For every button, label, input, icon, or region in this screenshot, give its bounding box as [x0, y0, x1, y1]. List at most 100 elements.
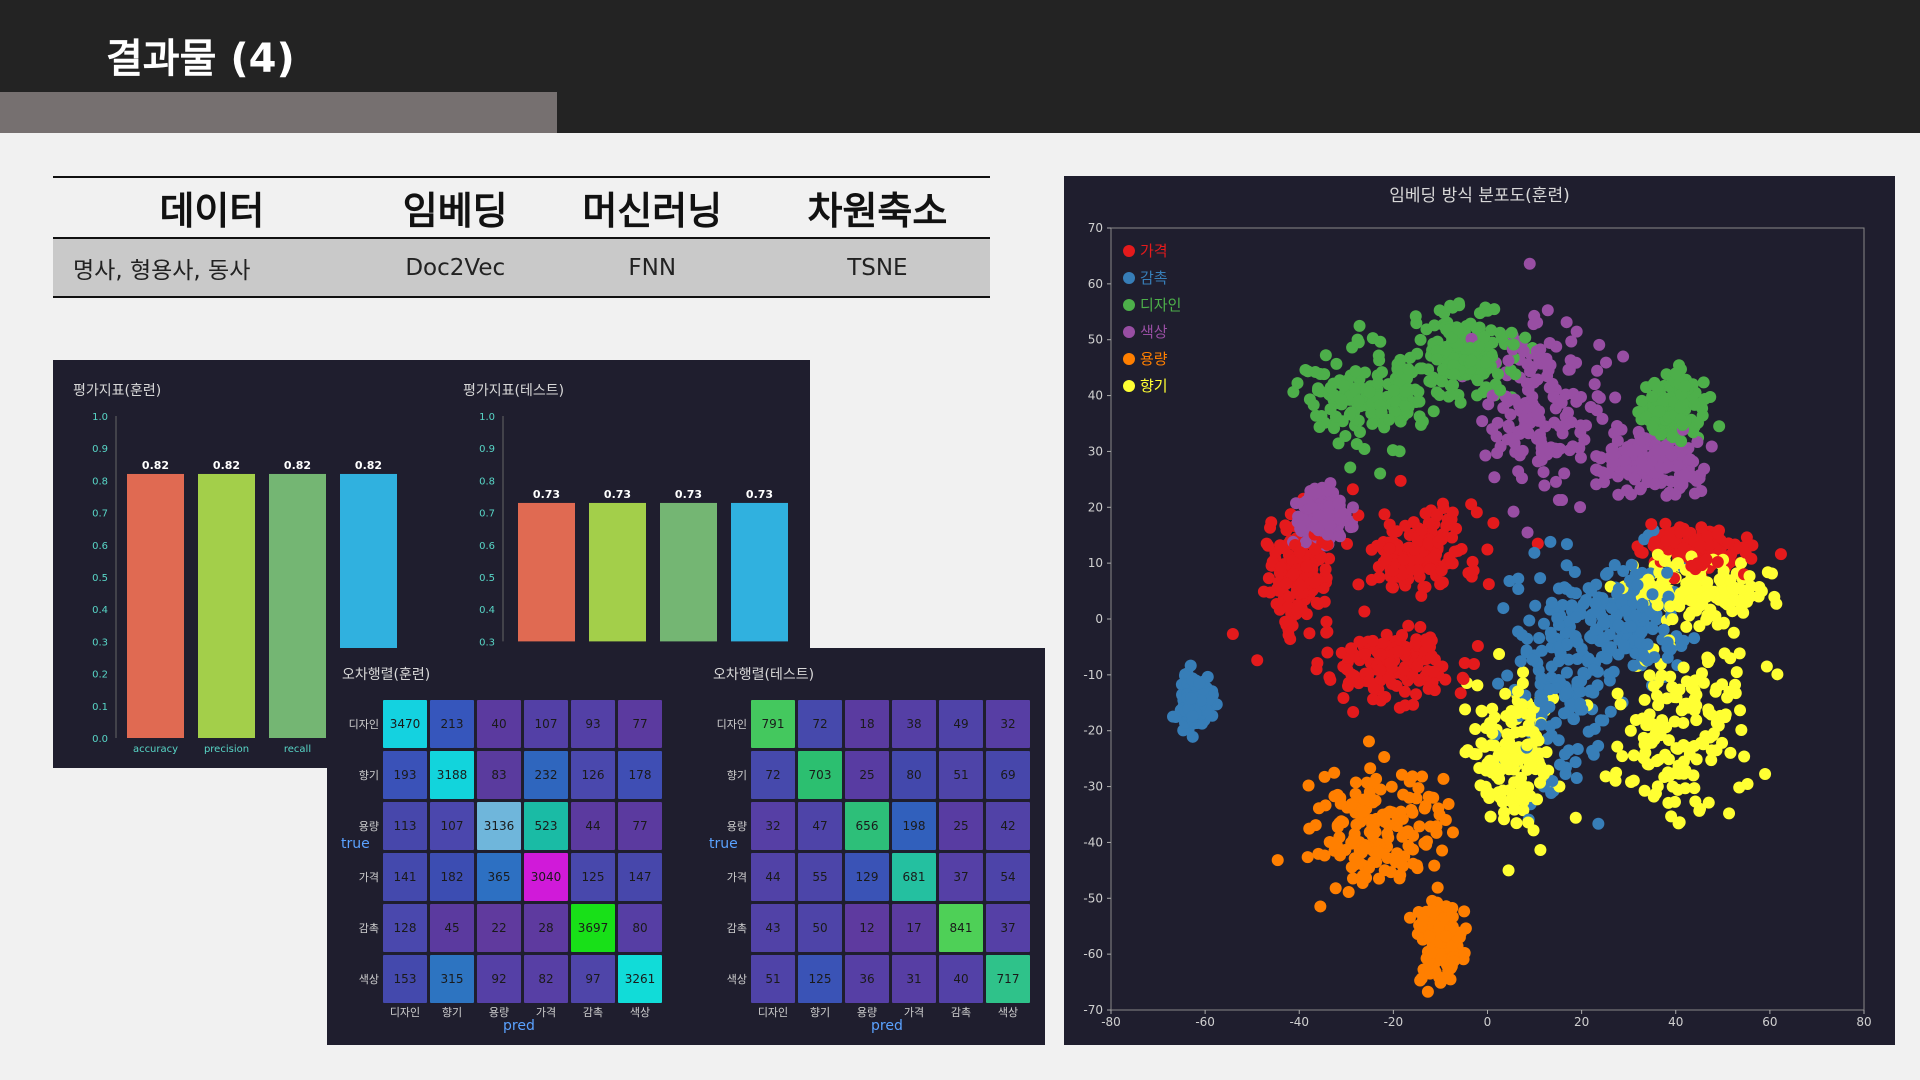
scatter-point-감촉 [1514, 655, 1527, 668]
matrix-cell: 125 [798, 955, 842, 1003]
matrix-grid: 791 72 18 38 49 32 72 703 25 80 51 69 32 47 656 198 25 42… [751, 700, 1030, 1003]
scatter-point-색상 [1312, 508, 1325, 521]
scatter-point-향기 [1672, 591, 1685, 604]
scatter-point-디자인 [1420, 323, 1433, 336]
matrix-cell: 47 [798, 802, 842, 850]
scatter-point-가격 [1410, 688, 1423, 701]
matrix-cell: 193 [383, 751, 427, 799]
scatter-point-향기 [1637, 752, 1650, 765]
y-tick-label: -50 [1083, 891, 1103, 905]
scatter-point-디자인 [1413, 395, 1426, 408]
scatter-point-향기 [1531, 793, 1544, 806]
scatter-point-디자인 [1353, 426, 1366, 439]
y-tick-label: 40 [1088, 389, 1103, 403]
scatter-point-가격 [1471, 640, 1484, 653]
scatter-point-가격 [1674, 526, 1687, 539]
scatter-point-감촉 [1570, 771, 1583, 784]
scatter-point-향기 [1534, 844, 1547, 857]
scatter-point-가격 [1359, 648, 1372, 661]
scatter-point-향기 [1647, 680, 1660, 693]
scatter-point-감촉 [1612, 582, 1625, 595]
scatter-point-감촉 [1501, 669, 1514, 682]
scatter-point-가격 [1265, 516, 1278, 529]
matrix-cell: 77 [618, 700, 662, 748]
scatter-point-디자인 [1652, 381, 1665, 394]
scatter-point-색상 [1502, 354, 1515, 367]
scatter-point-색상 [1543, 381, 1556, 394]
scatter-point-향기 [1679, 782, 1692, 795]
scatter-point-감촉 [1607, 665, 1620, 678]
scatter-point-색상 [1533, 413, 1546, 426]
scatter-point-향기 [1637, 731, 1650, 744]
scatter-point-향기 [1499, 687, 1512, 700]
row-label: 향기 [358, 769, 379, 782]
scatter-point-감촉 [1552, 655, 1565, 668]
row-label: 감촉 [726, 922, 747, 935]
scatter-point-향기 [1459, 703, 1472, 716]
scatter-point-용량 [1407, 857, 1420, 870]
y-tick-label: 0.4 [92, 605, 108, 616]
scatter-point-감촉 [1558, 581, 1571, 594]
scatter-point-가격 [1337, 692, 1350, 705]
bar-value-label: 0.73 [533, 488, 560, 501]
scatter-point-감촉 [1534, 572, 1547, 585]
scatter-point-색상 [1588, 378, 1601, 391]
scatter-point-가격 [1393, 701, 1406, 714]
scatter-point-향기 [1673, 816, 1686, 829]
scatter-point-디자인 [1309, 365, 1322, 378]
scatter-point-감촉 [1569, 611, 1582, 624]
scatter-point-디자인 [1488, 303, 1501, 316]
scatter-point-향기 [1664, 600, 1677, 613]
scatter-point-디자인 [1352, 336, 1365, 349]
scatter-point-디자인 [1414, 333, 1427, 346]
scatter-point-가격 [1380, 628, 1393, 641]
scatter-point-가격 [1294, 579, 1307, 592]
scatter-point-향기 [1759, 768, 1772, 781]
scatter-point-감촉 [1575, 675, 1588, 688]
scatter-point-용량 [1428, 859, 1441, 872]
scatter-point-용량 [1439, 814, 1452, 827]
scatter-point-감촉 [1584, 684, 1597, 697]
scatter-point-용량 [1345, 861, 1358, 874]
bar-value-label: 0.73 [675, 488, 702, 501]
slide-title: 결과물 (4) [106, 36, 295, 82]
scatter-point-향기 [1624, 724, 1637, 737]
scatter-point-감촉 [1544, 535, 1557, 548]
scatter-point-감촉 [1568, 566, 1581, 579]
scatter-point-가격 [1435, 532, 1448, 545]
header-accent-bar [0, 92, 557, 133]
scatter-point-향기 [1713, 573, 1726, 586]
scatter-point-향기 [1716, 736, 1729, 749]
scatter-point-감촉 [1497, 602, 1510, 615]
scatter-point-색상 [1513, 449, 1526, 462]
legend-marker [1123, 245, 1135, 257]
matrix-cell: 182 [430, 853, 474, 901]
scatter-point-색상 [1507, 505, 1520, 518]
scatter-point-색상 [1311, 486, 1324, 499]
scatter-point-향기 [1670, 742, 1683, 755]
scatter-point-가격 [1711, 527, 1724, 540]
scatter-point-가격 [1279, 519, 1292, 532]
matrix-cell: 44 [751, 853, 795, 901]
scatter-point-용량 [1312, 802, 1325, 815]
scatter-point-색상 [1618, 454, 1631, 467]
scatter-point-가격 [1352, 578, 1365, 591]
scatter-point-가격 [1293, 546, 1306, 559]
scatter-point-가격 [1700, 553, 1713, 566]
matrix-cell: 107 [524, 700, 568, 748]
bar-recall [269, 473, 326, 738]
scatter-point-가격 [1251, 654, 1264, 667]
scatter-point-가격 [1291, 604, 1304, 617]
scatter-point-디자인 [1310, 409, 1323, 422]
scatter-point-감촉 [1569, 756, 1582, 769]
scatter-point-감촉 [1631, 579, 1644, 592]
scatter-point-디자인 [1653, 405, 1666, 418]
scatter-point-향기 [1730, 666, 1743, 679]
scatter-point-향기 [1484, 810, 1497, 823]
scatter-point-향기 [1471, 679, 1484, 692]
scatter-point-향기 [1688, 580, 1701, 593]
col-label: 감촉 [582, 1006, 604, 1019]
scatter-point-가격 [1226, 628, 1239, 641]
scatter-point-향기 [1735, 557, 1748, 570]
scatter-point-디자인 [1311, 384, 1324, 397]
